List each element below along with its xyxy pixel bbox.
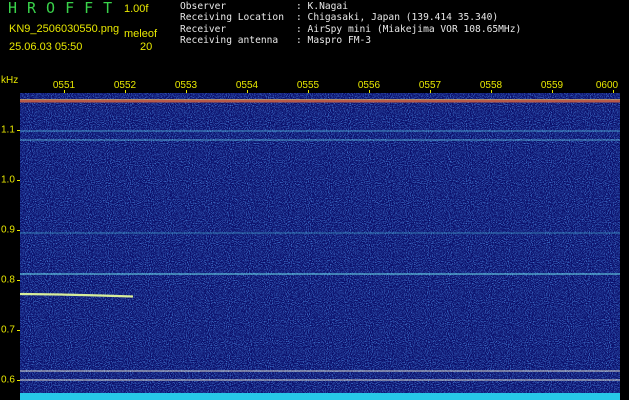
meleof-label: meleof — [124, 28, 158, 40]
y-tick-label: 0.8 — [1, 274, 15, 286]
app-title: HROFFT — [8, 0, 123, 17]
time-tick-label: 0600 — [595, 80, 619, 91]
time-axis: 0551 0552 0553 0554 0555 0556 0557 0558 … — [20, 77, 629, 93]
y-tick-label: 0.9 — [1, 224, 15, 236]
y-tick-label: 1.0 — [1, 174, 15, 186]
info-label: Receiver — [180, 23, 227, 35]
info-row-observer: Observer : K.Nagai — [180, 1, 620, 12]
info-row-location: Receiving Location : Chigasaki, Japan (1… — [180, 12, 620, 23]
y-tick-label: 0.7 — [1, 324, 15, 336]
meteor-count: 20 — [140, 41, 153, 53]
info-value: : K.Nagai — [296, 1, 348, 12]
info-row-antenna: Receiving antenna : Maspro FM-3 — [180, 35, 620, 46]
info-label: Receiving Location — [180, 12, 284, 24]
spectrogram — [20, 93, 620, 400]
baseline-band — [20, 393, 620, 400]
y-tick-label: 1.1 — [1, 124, 15, 136]
info-value: : Chigasaki, Japan (139.414 35.340) — [296, 12, 499, 24]
file-name: KN9_2506030550.png — [9, 23, 120, 35]
info-row-receiver: Receiver : AirSpy mini (Miakejima VOR 10… — [180, 24, 620, 35]
info-value: : Maspro FM-3 — [296, 35, 372, 47]
observation-datetime: 25.06.03 05:50 — [9, 41, 83, 53]
info-value: : AirSpy mini (Miakejima VOR 108.65MHz) — [296, 23, 522, 35]
spectrogram-canvas — [20, 93, 620, 400]
noise-texture — [20, 93, 620, 400]
info-label: Observer — [180, 1, 227, 12]
y-tick-label: 0.6 — [1, 374, 15, 386]
y-axis-unit: kHz — [1, 75, 19, 86]
info-label: Receiving antenna — [180, 35, 279, 47]
station-info: Observer : K.Nagai Receiving Location : … — [180, 1, 620, 47]
app-version: 1.00f — [124, 3, 149, 15]
hrofft-window: HROFFT 1.00f KN9_2506030550.png meleof 2… — [0, 0, 629, 400]
